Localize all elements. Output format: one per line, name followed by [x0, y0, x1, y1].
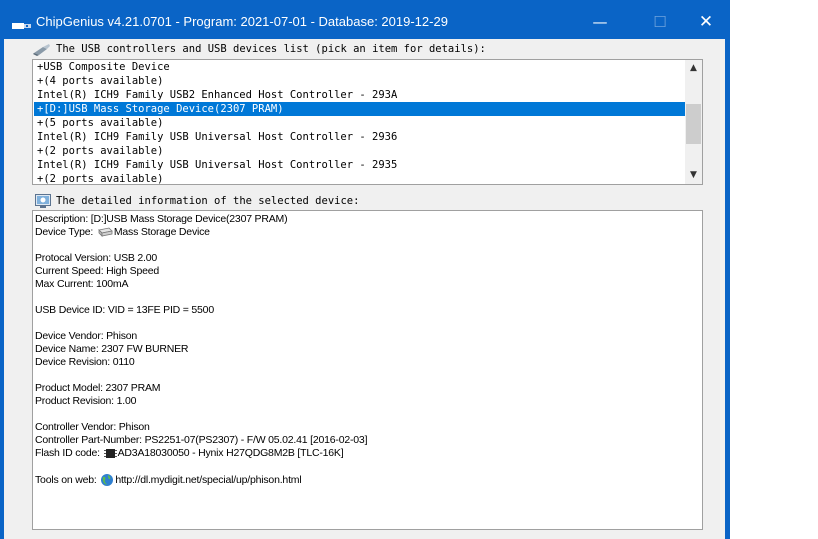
list-item[interactable]: +(2 ports available): [34, 144, 686, 158]
product-revision-line: Product Revision: 1.00: [35, 395, 137, 407]
details-label: The detailed information of the selected…: [56, 195, 360, 207]
list-item[interactable]: Intel(R) ICH9 Family USB Universal Host …: [34, 158, 686, 172]
device-vendor-line: Device Vendor: Phison: [35, 330, 138, 342]
device-type-line: Device Type: Mass Storage Device: [35, 226, 210, 238]
title-bar[interactable]: ChipGenius v4.21.0701 - Program: 2021-07…: [0, 0, 730, 39]
list-item[interactable]: +(5 ports available): [34, 116, 686, 130]
desktop-background: [763, 0, 818, 539]
tools-label: Tools on web:: [35, 473, 97, 486]
device-listbox[interactable]: +USB Composite Device +(4 ports availabl…: [32, 59, 703, 185]
controller-vendor-line: Controller Vendor: Phison: [35, 421, 150, 433]
current-speed-line: Current Speed: High Speed: [35, 265, 159, 277]
scrollbar-thumb[interactable]: [686, 104, 701, 144]
close-button[interactable]: ✕: [686, 8, 726, 36]
max-current-line: Max Current: 100mA: [35, 278, 129, 290]
scroll-up-arrow-icon[interactable]: ▲: [685, 60, 702, 77]
flash-id-label: Flash ID code:: [35, 447, 100, 459]
device-name-line: Device Name: 2307 FW BURNER: [35, 343, 189, 355]
minimize-button[interactable]: —: [580, 8, 620, 36]
maximize-button[interactable]: ☐: [640, 8, 680, 36]
globe-icon: [101, 474, 114, 486]
controller-part-number-line: Controller Part-Number: PS2251-07(PS2307…: [35, 434, 368, 446]
status-strip: [28, 531, 708, 539]
device-type-label: Device Type:: [35, 226, 94, 238]
list-item[interactable]: +USB Composite Device: [34, 60, 686, 74]
device-type-value: Mass Storage Device: [113, 226, 210, 238]
window-title: ChipGenius v4.21.0701 - Program: 2021-07…: [36, 14, 448, 29]
device-list-scrollbar[interactable]: ▲ ▼: [685, 60, 702, 184]
list-item-selected[interactable]: +[D:]USB Mass Storage Device(2307 PRAM): [34, 102, 686, 116]
drive-icon: [98, 227, 113, 237]
usb-plug-icon: [12, 23, 31, 29]
tools-link[interactable]: http://dl.mydigit.net/special/up/phison.…: [115, 474, 301, 486]
list-item[interactable]: Intel(R) ICH9 Family USB Universal Host …: [34, 130, 686, 144]
protocol-version-line: Protocal Version: USB 2.00: [35, 252, 158, 264]
info-screen-icon: [35, 194, 51, 208]
flash-id-line: Flash ID code: AD3A18030050 - Hynix H27Q…: [35, 447, 344, 459]
device-details-panel[interactable]: Description: [D:]USB Mass Storage Device…: [32, 210, 703, 530]
product-model-line: Product Model: 2307 PRAM: [35, 382, 161, 394]
usb-device-id-line: USB Device ID: VID = 13FE PID = 5500: [35, 304, 214, 316]
list-item[interactable]: +(2 ports available): [34, 172, 686, 184]
device-list-label: The USB controllers and USB devices list…: [56, 43, 486, 55]
description-line: Description: [D:]USB Mass Storage Device…: [35, 213, 288, 225]
tools-line: Tools on web: http://dl.mydigit.net/spec…: [35, 473, 302, 487]
chip-icon: [103, 448, 117, 458]
list-item[interactable]: Intel(R) ICH9 Family USB2 Enhanced Host …: [34, 88, 686, 102]
flash-id-value: AD3A18030050 - Hynix H27QDG8M2B [TLC-16K…: [117, 447, 344, 459]
list-item[interactable]: +(4 ports available): [34, 74, 686, 88]
scroll-down-arrow-icon[interactable]: ▼: [685, 167, 702, 184]
usb-plug-icon: [33, 44, 50, 56]
device-revision-line: Device Revision: 0110: [35, 356, 135, 368]
